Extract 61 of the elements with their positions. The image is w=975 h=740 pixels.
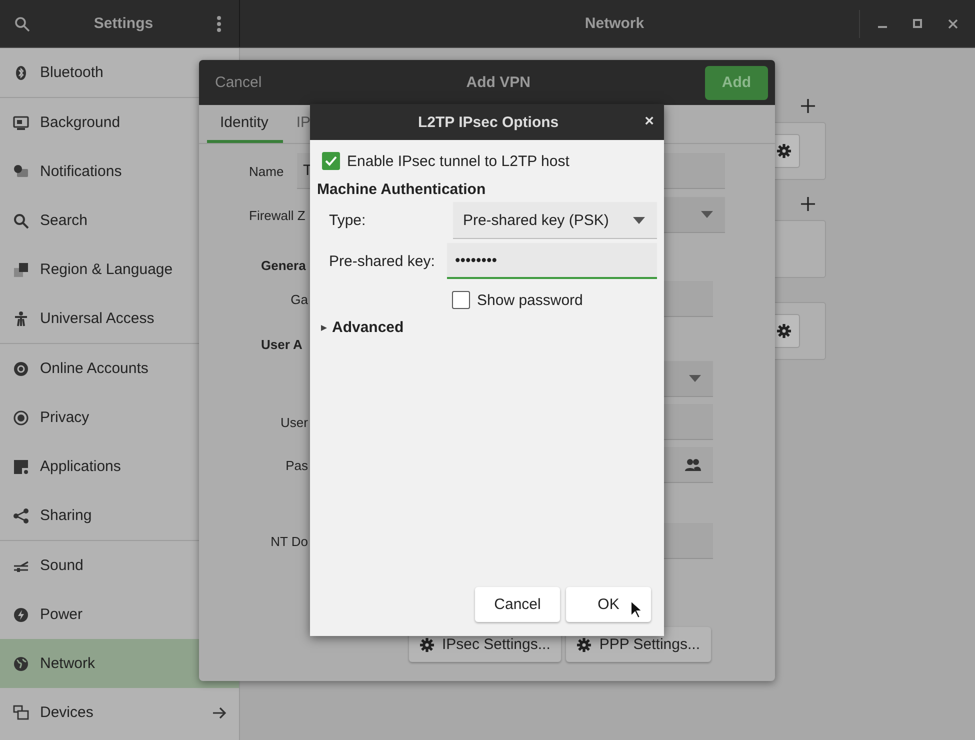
search-icon <box>13 212 29 228</box>
cancel-button[interactable]: Cancel <box>215 74 262 91</box>
checkbox-label: Enable IPsec tunnel to L2TP host <box>347 152 570 170</box>
dropdown-arrow-icon <box>633 216 645 224</box>
dialog-title: L2TP IPsec Options <box>417 114 560 130</box>
cancel-button[interactable]: Cancel <box>475 587 560 622</box>
field-label: User <box>280 414 308 430</box>
checkbox[interactable] <box>322 152 340 170</box>
dropdown-arrow-icon <box>701 211 713 218</box>
password-field[interactable]: •••••••• <box>447 243 657 279</box>
sidebar-item[interactable]: Power <box>0 590 239 639</box>
sidebar-item[interactable]: Sharing <box>0 491 239 540</box>
tab[interactable]: Identity <box>207 105 284 143</box>
field-label: Type: <box>328 212 367 229</box>
sidebar-item[interactable]: Notifications <box>0 147 239 196</box>
sidebar-item[interactable]: Online Accounts <box>0 344 239 393</box>
people-icon[interactable] <box>685 458 701 472</box>
globe-icon <box>13 656 29 672</box>
arrow-right-icon <box>213 706 227 718</box>
section-heading: Genera <box>261 258 306 272</box>
window-title: Network <box>584 15 646 32</box>
plus-icon[interactable] <box>800 98 816 114</box>
advanced-expander[interactable]: Advanced <box>317 319 657 336</box>
sidebar-item[interactable]: Region & Language <box>0 245 239 294</box>
checkbox[interactable] <box>452 291 470 309</box>
sidebar-item[interactable]: Privacy <box>0 393 239 442</box>
person-icon <box>13 310 29 326</box>
section-heading: Machine Authentication <box>317 181 487 198</box>
sidebar-item[interactable]: Sound <box>0 541 239 590</box>
app-icon <box>13 458 29 474</box>
menu-icon[interactable] <box>217 16 221 32</box>
section-heading: User A <box>261 336 302 352</box>
close-icon[interactable] <box>948 18 958 28</box>
type-dropdown[interactable]: Pre-shared key (PSK) <box>452 202 657 239</box>
ok-button[interactable]: OK <box>566 587 651 622</box>
field-label: Name <box>249 164 284 178</box>
sidebar-item[interactable]: Applications <box>0 442 239 491</box>
dialog-title: Add VPN <box>465 74 532 91</box>
maximize-icon[interactable] <box>913 19 922 28</box>
triangle-icon <box>321 322 327 332</box>
monitor-icon <box>13 114 29 130</box>
close-button[interactable]: × <box>644 113 654 131</box>
field-label: Firewall Z <box>249 208 306 222</box>
sidebar-item[interactable]: Devices <box>0 688 239 737</box>
target-icon <box>13 410 29 426</box>
field-label: Pre-shared key: <box>328 252 436 270</box>
dropdown-arrow-icon <box>689 375 701 382</box>
sidebar-item[interactable]: Search <box>0 196 239 245</box>
checkbox-label: Show password <box>477 292 583 308</box>
bluetooth-icon <box>13 64 29 80</box>
devices-icon <box>13 704 29 720</box>
field-label: NT Do <box>270 534 308 548</box>
field-label: Ga <box>290 292 308 306</box>
search-icon <box>14 16 30 32</box>
field-label: Pas <box>286 458 308 472</box>
share-icon <box>13 508 29 524</box>
pointer-cursor-icon <box>630 600 642 619</box>
sidebar-title: Settings <box>94 15 154 32</box>
lightning-icon <box>13 606 29 622</box>
sidebar-item[interactable]: Universal Access <box>0 294 239 343</box>
plus-icon[interactable] <box>800 196 816 212</box>
